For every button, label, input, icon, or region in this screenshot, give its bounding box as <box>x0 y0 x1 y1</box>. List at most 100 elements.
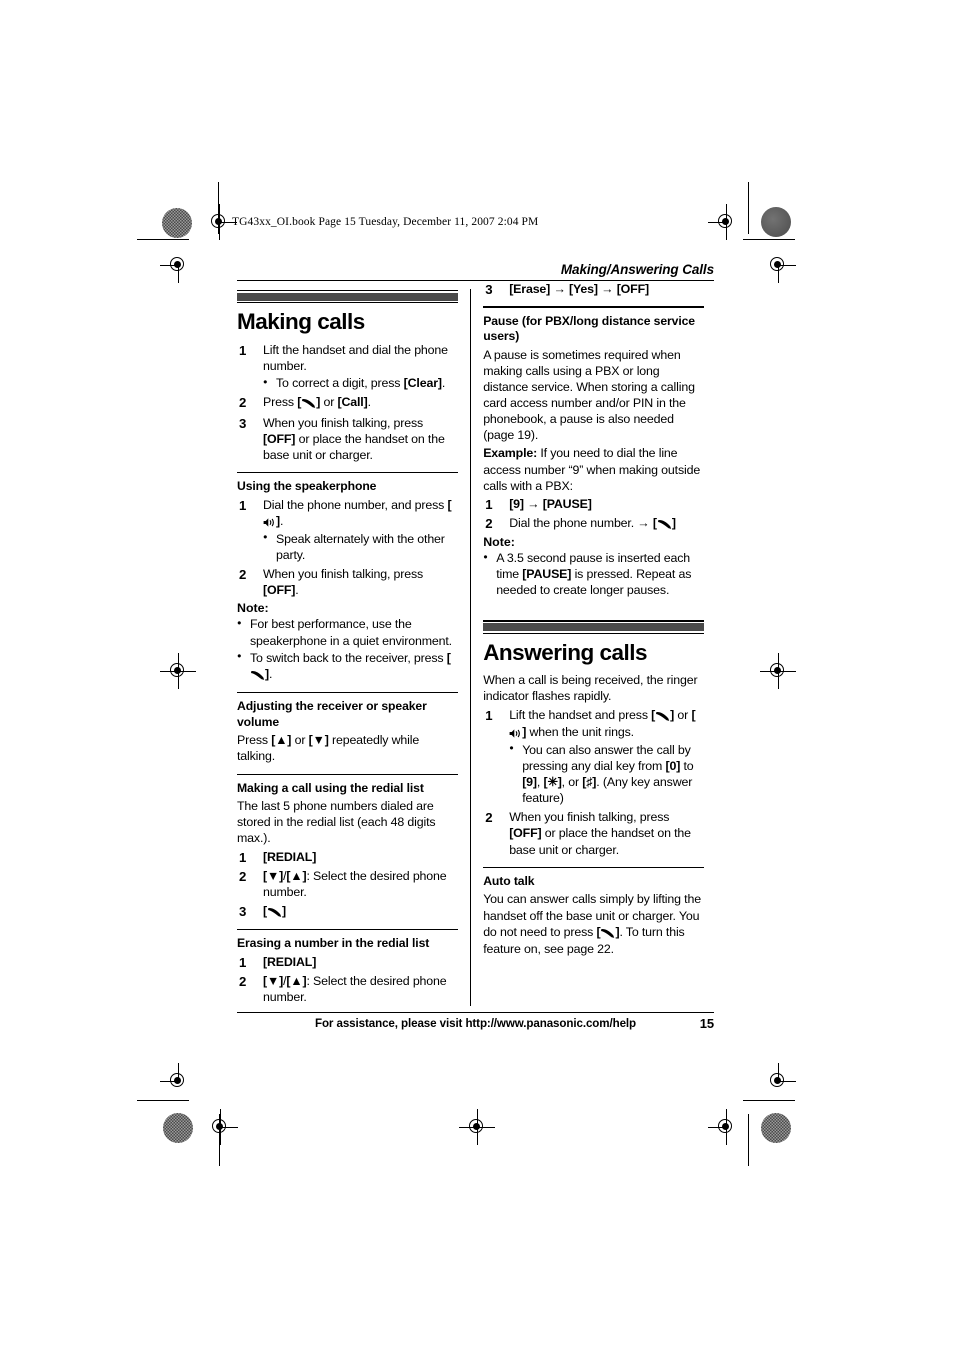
speakerphone-icon <box>263 514 276 530</box>
step-text: When you finish talking, press [OFF]. <box>263 567 424 598</box>
notes-pause: A 3.5 second pause is inserted each time… <box>483 550 704 598</box>
steps-pause: 1 [9] → [PAUSE] 2 Dial the phone number.… <box>483 496 704 532</box>
registration-mark-left-upper <box>160 252 191 283</box>
step-number: 1 <box>239 497 247 513</box>
key-label: [PAUSE] <box>542 496 592 511</box>
key-label: [] <box>653 516 676 530</box>
key-label: [▲] <box>286 973 307 988</box>
list-item: A 3.5 second pause is inserted each time… <box>483 550 704 598</box>
step-number: 2 <box>239 973 247 989</box>
crop-line-bottom-right-vert <box>748 1114 750 1166</box>
halftone-circle-top-right <box>761 207 791 237</box>
key-label: [▼] <box>308 733 329 748</box>
registration-mark-top-right-inner <box>708 204 739 240</box>
list-item: 1 Dial the phone number, and press []. S… <box>237 497 458 564</box>
key-label: [] <box>250 651 451 681</box>
step-number: 3 <box>485 282 493 298</box>
key-label: [▲] <box>271 733 292 748</box>
list-item: 3 [] <box>237 903 458 920</box>
crop-line-left-upper-horz <box>137 239 189 241</box>
key-label: [OFF] <box>263 431 296 446</box>
note-label: Note: <box>237 601 269 616</box>
body-redial-list: The last 5 phone numbers dialed are stor… <box>237 799 436 846</box>
step-text: [▼]/[▲]: Select the desired phone number… <box>263 868 447 899</box>
note-label: Note: <box>483 535 515 550</box>
body-adjusting-volume: Press [▲] or [▼] repeatedly while talkin… <box>237 733 420 764</box>
step-text: Lift the handset and dial the phone numb… <box>263 343 448 374</box>
key-label: [] <box>263 498 452 530</box>
key-label: [] <box>263 904 286 918</box>
step-number: 3 <box>239 415 247 431</box>
example-label: Example: <box>483 446 538 461</box>
halftone-circle-bottom-right <box>761 1113 791 1143</box>
key-label: [] <box>596 925 619 939</box>
steps-speakerphone: 1 Dial the phone number, and press []. S… <box>237 497 458 599</box>
key-label: [▼] <box>263 973 284 988</box>
list-item: 1 Lift the handset and press [] or [] wh… <box>483 707 704 807</box>
footer-assistance-text: For assistance, please visit http://www.… <box>314 1017 637 1031</box>
registration-mark-bottom-center <box>459 1109 495 1145</box>
bullets: Speak alternately with the other party. <box>263 530 458 563</box>
divider <box>483 306 705 308</box>
heading-auto-talk: Auto talk <box>483 873 535 888</box>
registration-mark-right-upper <box>765 252 796 283</box>
crop-line-top-right-vert <box>748 182 750 234</box>
list-item: 2 [▼]/[▲]: Select the desired phone numb… <box>237 973 458 1005</box>
step-number: 1 <box>239 343 247 359</box>
notes-speakerphone: For best performance, use the speakerpho… <box>237 616 458 683</box>
section-header-making-calls <box>237 290 458 304</box>
right-column: 3 [Erase] → [Yes] → [OFF] Pause (for PBX… <box>471 281 705 1008</box>
key-label: [] <box>651 708 674 722</box>
key-label: [REDIAL] <box>263 954 317 969</box>
halftone-circle-top-left <box>162 208 192 238</box>
step-text: When you finish talking, press [OFF] or … <box>263 415 445 462</box>
steps-erasing-redial: 1 [REDIAL] 2 [▼]/[▲]: Select the desired… <box>237 954 458 1005</box>
step-text: [9] → [PAUSE] <box>509 496 592 511</box>
step-text: Dial the phone number. → [] <box>509 516 676 530</box>
key-label: [OFF] <box>509 826 542 841</box>
step-text: Dial the phone number, and press []. <box>263 498 452 530</box>
step-text: When you finish talking, press [OFF] or … <box>509 810 691 857</box>
key-label: [OFF] <box>616 282 649 297</box>
page-content: Making/Answering Calls Making calls 1 Li… <box>237 262 714 1031</box>
step-number: 2 <box>239 395 247 411</box>
left-column: Making calls 1 Lift the handset and dial… <box>237 281 470 1008</box>
running-header: Making/Answering Calls <box>560 262 714 277</box>
key-label: [Call] <box>337 395 368 410</box>
step-number: 1 <box>485 496 493 512</box>
body-auto-talk: You can answer calls simply by lifting t… <box>483 892 701 956</box>
step-number: 1 <box>239 849 247 865</box>
talk-handset-icon <box>600 925 615 941</box>
divider <box>237 929 458 931</box>
crop-line-bottom-left-vert <box>219 1114 221 1166</box>
key-label: [] <box>297 395 320 409</box>
list-item: You can also answer the call by pressing… <box>509 741 704 807</box>
crop-line-left-lower-horz <box>137 1100 189 1102</box>
bullets: To correct a digit, press [Clear]. <box>263 375 458 391</box>
talk-handset-icon <box>267 904 282 920</box>
talk-handset-icon <box>301 395 316 411</box>
step-number: 3 <box>239 903 247 919</box>
list-item: 1 [9] → [PAUSE] <box>483 496 704 512</box>
step-number: 1 <box>485 707 493 723</box>
divider <box>237 691 458 694</box>
key-label: [▼] <box>263 868 284 883</box>
key-label: [OFF] <box>263 583 296 598</box>
divider <box>237 773 458 775</box>
step-text: [▼]/[▲]: Select the desired phone number… <box>263 973 447 1005</box>
steps-erasing-redial-continued: 3 [Erase] → [Yes] → [OFF] <box>483 281 704 297</box>
steps-redial: 1 [REDIAL] 2 [▼]/[▲]: Select the desired… <box>237 849 458 921</box>
step-number: 2 <box>485 810 493 826</box>
list-item: 1 [REDIAL] <box>237 954 458 970</box>
key-label: [✳] <box>543 775 562 790</box>
list-item: 2 When you finish talking, press [OFF]. <box>237 566 458 598</box>
divider <box>237 471 458 474</box>
key-label: [0] <box>665 758 681 773</box>
divider <box>483 866 705 868</box>
registration-mark-bottom-left-inner <box>207 1109 238 1145</box>
step-text: [REDIAL] <box>263 955 316 969</box>
step-text: [REDIAL] <box>263 850 316 864</box>
key-label: [Yes] <box>568 282 598 297</box>
list-item: 2 When you finish talking, press [OFF] o… <box>483 809 704 857</box>
step-number: 2 <box>239 567 247 583</box>
